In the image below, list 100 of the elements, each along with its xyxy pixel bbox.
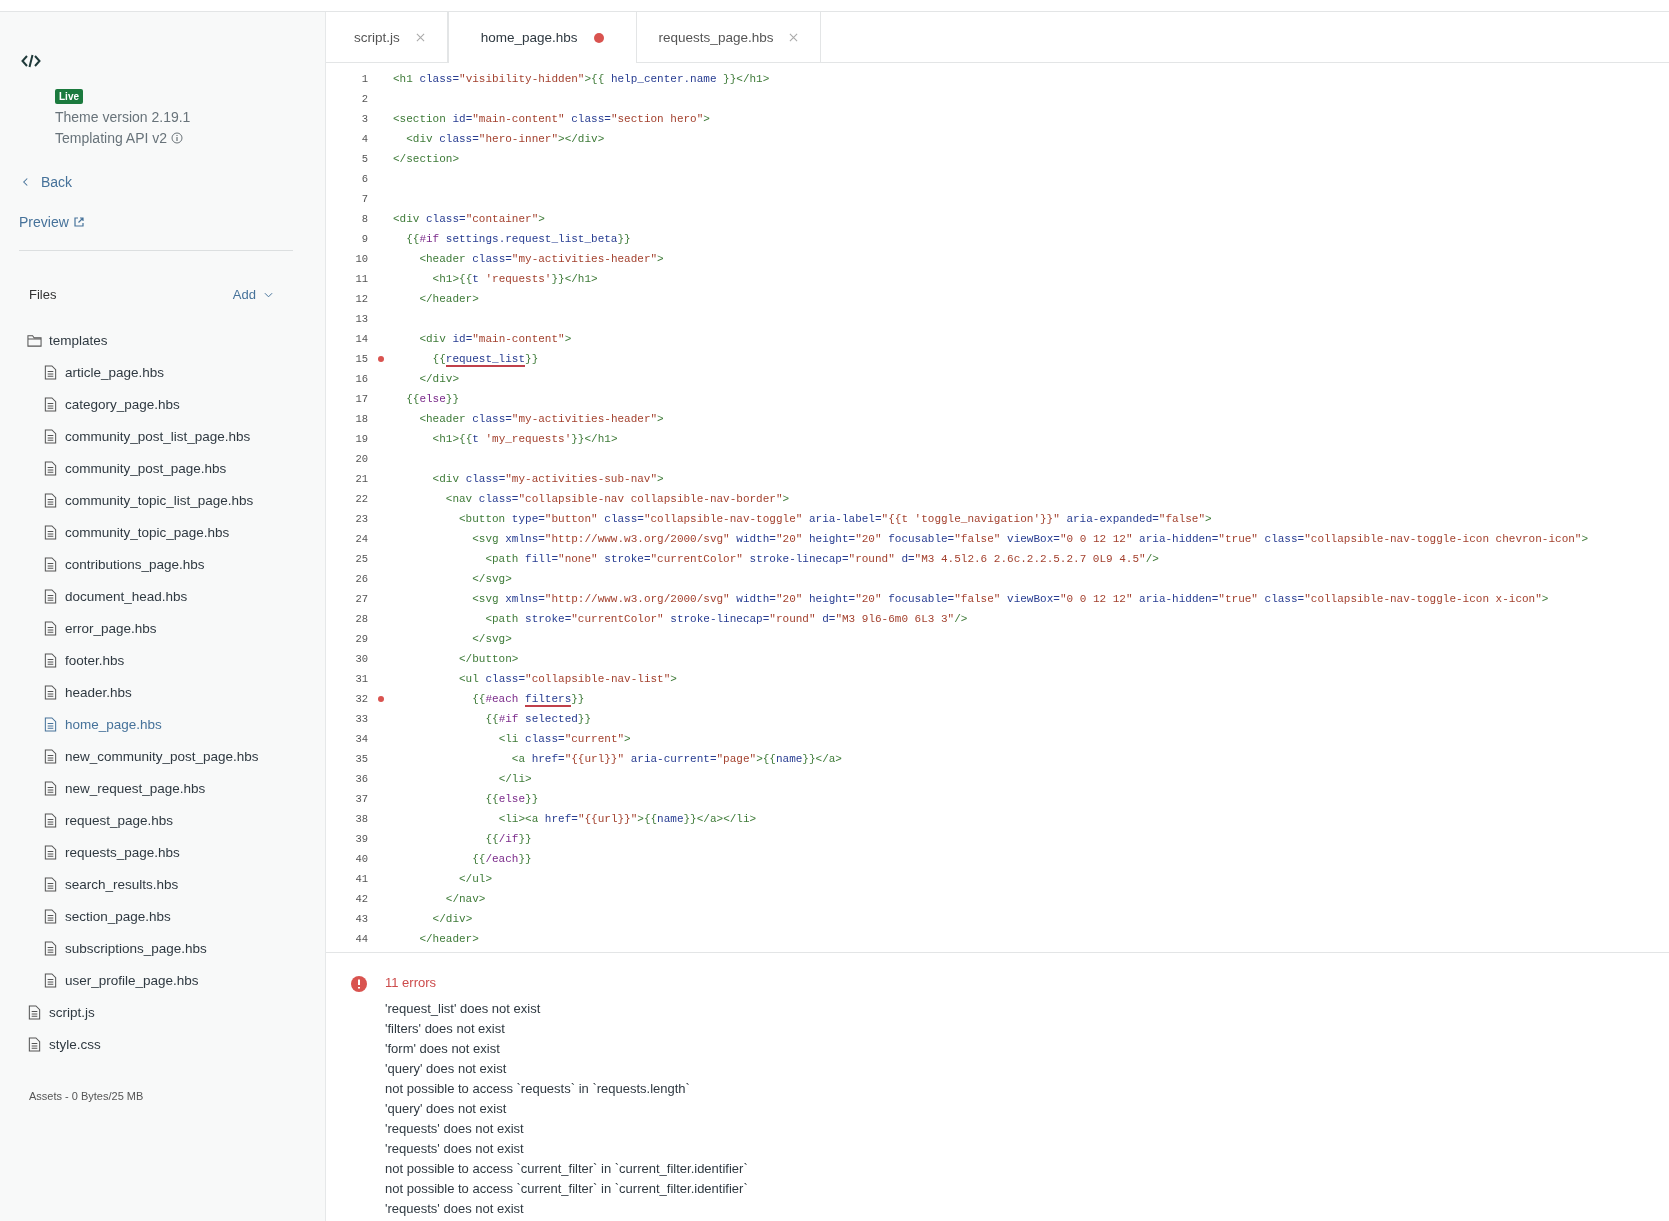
file-item[interactable]: subscriptions_page.hbs xyxy=(0,932,213,964)
file-item[interactable]: footer.hbs xyxy=(0,644,131,676)
file-item[interactable]: header.hbs xyxy=(0,676,138,708)
code-line: <h1>{{t 'my_requests'}}</h1> xyxy=(431,433,618,445)
line-number: 39 xyxy=(354,833,368,845)
preview-link[interactable]: Preview xyxy=(19,214,85,230)
caret-icon xyxy=(264,291,273,298)
add-dropdown[interactable]: Add xyxy=(232,287,273,302)
file-icon xyxy=(43,460,58,476)
line-number: 40 xyxy=(354,853,368,865)
file-item[interactable]: new_request_page.hbs xyxy=(0,772,212,804)
error-message: 'request_list' does not exist xyxy=(385,1001,542,1018)
file-item[interactable]: request_page.hbs xyxy=(0,804,180,836)
file-item[interactable]: section_page.hbs xyxy=(0,900,177,932)
code-line: </div> xyxy=(418,373,460,385)
code-line: {{#if selected}} xyxy=(484,713,592,725)
line-number: 7 xyxy=(360,193,368,205)
file-icon xyxy=(43,748,58,764)
line-number: 22 xyxy=(354,493,368,505)
code-line: {{else}} xyxy=(484,793,539,805)
back-link[interactable]: Back xyxy=(22,174,73,190)
file-icon xyxy=(43,876,58,892)
line-number: 5 xyxy=(360,153,368,165)
line-number: 4 xyxy=(360,133,368,145)
code-line: <h1>{{t 'requests'}}</h1> xyxy=(431,273,598,285)
code-line: <button type="button" class="collapsible-nav-toggle" aria-label="{{t 'toggle_navigation'}}" aria-expanded="false"> xyxy=(458,513,1212,525)
file-item[interactable]: community_topic_list_page.hbs xyxy=(0,484,260,516)
error-message: not possible to access `current_filter` in `current_filter.identifier` xyxy=(385,1161,748,1178)
line-number: 44 xyxy=(354,933,368,945)
error-message: 'requests' does not exist xyxy=(385,1121,525,1138)
code-line: <section id="main-content" class="section hero"> xyxy=(393,113,710,125)
code-line: <div class="hero-inner"></div> xyxy=(405,133,605,145)
code-line: </ul> xyxy=(458,873,493,885)
file-item[interactable]: community_post_page.hbs xyxy=(0,452,233,484)
line-number: 13 xyxy=(354,313,368,325)
code-line: </header> xyxy=(418,933,479,945)
file-item[interactable]: search_results.hbs xyxy=(0,868,185,900)
file-item[interactable]: home_page.hbs xyxy=(0,708,168,740)
code-line: {{else}} xyxy=(405,393,459,405)
file-item[interactable]: category_page.hbs xyxy=(0,388,186,420)
line-number: 16 xyxy=(354,373,368,385)
code-line: <a href="{{url}}" aria-current="page">{{name}}</a> xyxy=(510,753,842,765)
file-item[interactable]: new_community_post_page.hbs xyxy=(0,740,265,772)
line-number: 3 xyxy=(360,113,368,125)
file-icon xyxy=(43,364,58,380)
error-message: 'requests' does not exist xyxy=(385,1201,525,1218)
file-item[interactable]: requests_page.hbs xyxy=(0,836,186,868)
file-item[interactable]: document_head.hbs xyxy=(0,580,194,612)
error-message: not possible to access `requests` in `requests.length` xyxy=(385,1081,691,1098)
folder-item[interactable]: templates xyxy=(0,324,114,356)
unsaved-dot-icon xyxy=(593,32,604,43)
file-item[interactable]: community_post_list_page.hbs xyxy=(0,420,257,452)
line-number: 43 xyxy=(354,913,368,925)
file-icon xyxy=(43,684,58,700)
external-link-icon xyxy=(72,216,85,228)
line-number: 6 xyxy=(360,173,368,185)
error-message: 'filters' does not exist xyxy=(385,1021,506,1038)
line-number: 8 xyxy=(360,213,368,225)
code-line: {{/each}} xyxy=(471,853,532,865)
file-icon xyxy=(27,1036,42,1052)
file-icon xyxy=(43,588,58,604)
error-message: not possible to access `current_filter` in `current_filter.identifier` xyxy=(385,1181,748,1198)
close-icon[interactable] xyxy=(415,32,425,42)
file-icon xyxy=(43,620,58,636)
code-line: <div id="main-content"> xyxy=(418,333,572,345)
code-line: </header> xyxy=(418,293,479,305)
line-number: 23 xyxy=(354,513,368,525)
code-line: <div class="my-activities-sub-nav"> xyxy=(431,473,664,485)
line-number: 35 xyxy=(354,753,368,765)
line-number: 32 xyxy=(354,693,368,705)
files-heading: Files xyxy=(29,287,57,302)
file-icon xyxy=(27,1004,42,1020)
error-message: 'query' does not exist xyxy=(385,1101,508,1118)
live-badge: Live xyxy=(55,89,83,104)
file-item[interactable]: user_profile_page.hbs xyxy=(0,964,205,996)
close-icon[interactable] xyxy=(789,32,799,42)
file-item[interactable]: error_page.hbs xyxy=(0,612,163,644)
line-number: 20 xyxy=(354,453,368,465)
file-item[interactable]: article_page.hbs xyxy=(0,356,171,388)
file-item[interactable]: script.js xyxy=(0,996,101,1028)
code-line: <li class="current"> xyxy=(497,733,631,745)
line-number: 25 xyxy=(354,553,368,565)
file-icon xyxy=(43,972,58,988)
line-number: 37 xyxy=(354,793,368,805)
line-number: 36 xyxy=(354,773,368,785)
line-number: 38 xyxy=(354,813,368,825)
file-item[interactable]: contributions_page.hbs xyxy=(0,548,211,580)
file-icon xyxy=(43,844,58,860)
error-message: 'query' does not exist xyxy=(385,1061,508,1078)
editor-tab[interactable]: home_page.hbs xyxy=(447,12,637,63)
file-icon xyxy=(43,428,58,444)
line-number: 11 xyxy=(354,273,368,285)
info-icon[interactable] xyxy=(171,132,184,144)
file-icon xyxy=(43,396,58,412)
error-count: 11 errors xyxy=(385,975,438,992)
file-item[interactable]: community_topic_page.hbs xyxy=(0,516,236,548)
line-number: 2 xyxy=(360,93,368,105)
line-number: 14 xyxy=(354,333,368,345)
file-icon xyxy=(43,908,58,924)
file-item[interactable]: style.css xyxy=(0,1028,107,1060)
